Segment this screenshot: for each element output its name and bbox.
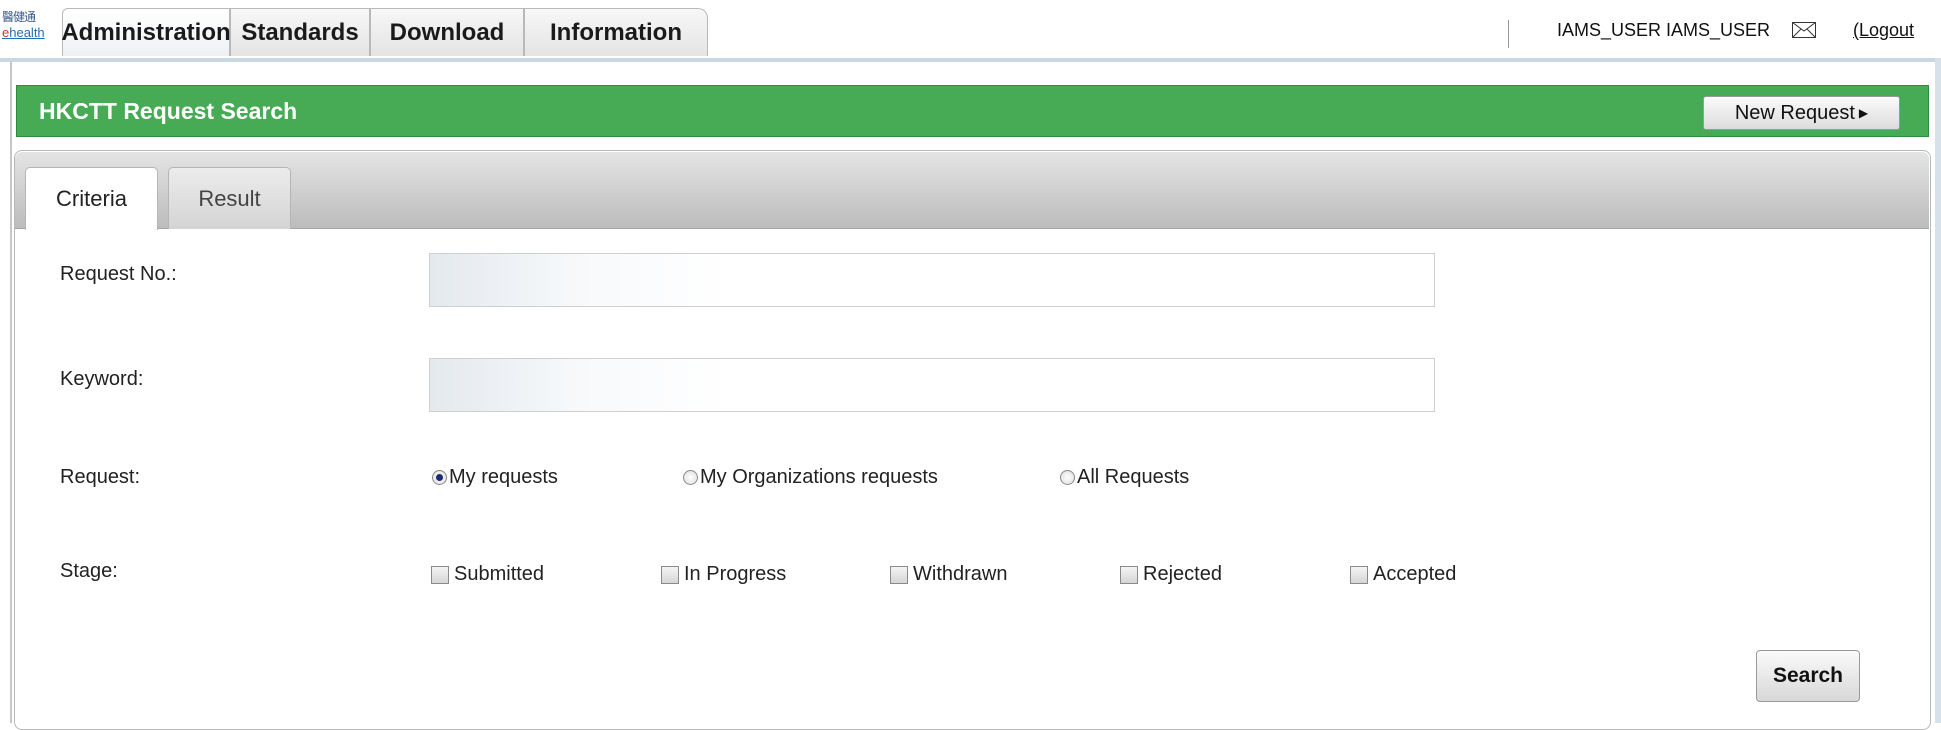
top-navigation-bar: 醫健通 ehealth Administration Standards Dow… xyxy=(0,0,1941,58)
radio-selected-icon[interactable] xyxy=(432,470,447,485)
envelope-icon[interactable] xyxy=(1792,22,1816,38)
new-request-button[interactable]: New Request ▶ xyxy=(1703,96,1900,130)
logo-ehealth-text: ehealth xyxy=(2,25,56,40)
logo-health: health xyxy=(9,25,45,40)
logout-link[interactable]: (Logout xyxy=(1853,20,1914,41)
checkbox-accepted-label: Accepted xyxy=(1373,563,1457,585)
page-title-bar: HKCTT Request Search xyxy=(16,85,1929,137)
checkbox-withdrawn-label: Withdrawn xyxy=(913,563,1008,585)
nav-tab-download[interactable]: Download xyxy=(370,8,524,56)
header-separator xyxy=(0,58,1941,62)
left-frame-border xyxy=(10,62,12,723)
radio-my-organizations-label: My Organizations requests xyxy=(700,466,938,488)
checkbox-submitted-label: Submitted xyxy=(454,563,545,585)
checkbox-withdrawn[interactable]: Withdrawn xyxy=(890,563,1007,586)
checkbox-submitted[interactable]: Submitted xyxy=(431,563,544,586)
radio-my-organizations-requests[interactable]: My Organizations requests xyxy=(683,466,938,489)
radio-my-requests[interactable]: My requests xyxy=(432,466,558,489)
request-no-label: Request No.: xyxy=(60,263,177,285)
keyword-label: Keyword: xyxy=(60,368,144,390)
checkbox-icon[interactable] xyxy=(890,565,908,584)
subtab-strip xyxy=(15,152,1929,229)
keyword-input[interactable] xyxy=(429,358,1435,412)
nav-tab-information[interactable]: Information xyxy=(524,8,708,56)
checkbox-rejected[interactable]: Rejected xyxy=(1120,563,1222,586)
radio-all-requests[interactable]: All Requests xyxy=(1060,466,1189,489)
request-no-input[interactable] xyxy=(429,253,1435,307)
tab-result[interactable]: Result xyxy=(168,167,291,229)
radio-my-requests-label: My requests xyxy=(449,466,558,488)
checkbox-icon[interactable] xyxy=(1350,565,1368,584)
stage-label: Stage: xyxy=(60,560,118,582)
new-request-label: New Request xyxy=(1734,101,1855,124)
request-label: Request: xyxy=(60,466,141,488)
logo-chinese-text: 醫健通 xyxy=(2,10,36,24)
checkbox-icon[interactable] xyxy=(661,565,679,584)
radio-unselected-icon[interactable] xyxy=(1060,470,1075,485)
right-frame-border xyxy=(1935,58,1941,723)
radio-unselected-icon[interactable] xyxy=(683,470,698,485)
tab-criteria[interactable]: Criteria xyxy=(25,167,158,230)
search-panel xyxy=(14,150,1931,730)
checkbox-icon[interactable] xyxy=(1120,565,1138,584)
radio-all-requests-label: All Requests xyxy=(1077,466,1190,488)
current-user-name: IAMS_USER IAMS_USER xyxy=(1557,20,1771,40)
checkbox-in-progress[interactable]: In Progress xyxy=(661,563,786,586)
checkbox-in-progress-label: In Progress xyxy=(684,563,787,585)
nav-tab-administration[interactable]: Administration xyxy=(61,8,231,56)
ehealth-logo[interactable]: 醫健通 ehealth xyxy=(2,10,56,50)
checkbox-rejected-label: Rejected xyxy=(1143,563,1222,585)
nav-tab-standards[interactable]: Standards xyxy=(230,8,370,56)
main-nav-tabs: Administration Standards Download Inform… xyxy=(61,8,708,58)
page-title: HKCTT Request Search xyxy=(39,98,298,124)
search-button[interactable]: Search xyxy=(1756,650,1860,702)
arrow-right-icon: ▶ xyxy=(1858,106,1869,120)
checkbox-icon[interactable] xyxy=(431,565,449,584)
header-divider xyxy=(1508,20,1509,48)
checkbox-accepted[interactable]: Accepted xyxy=(1350,563,1456,586)
